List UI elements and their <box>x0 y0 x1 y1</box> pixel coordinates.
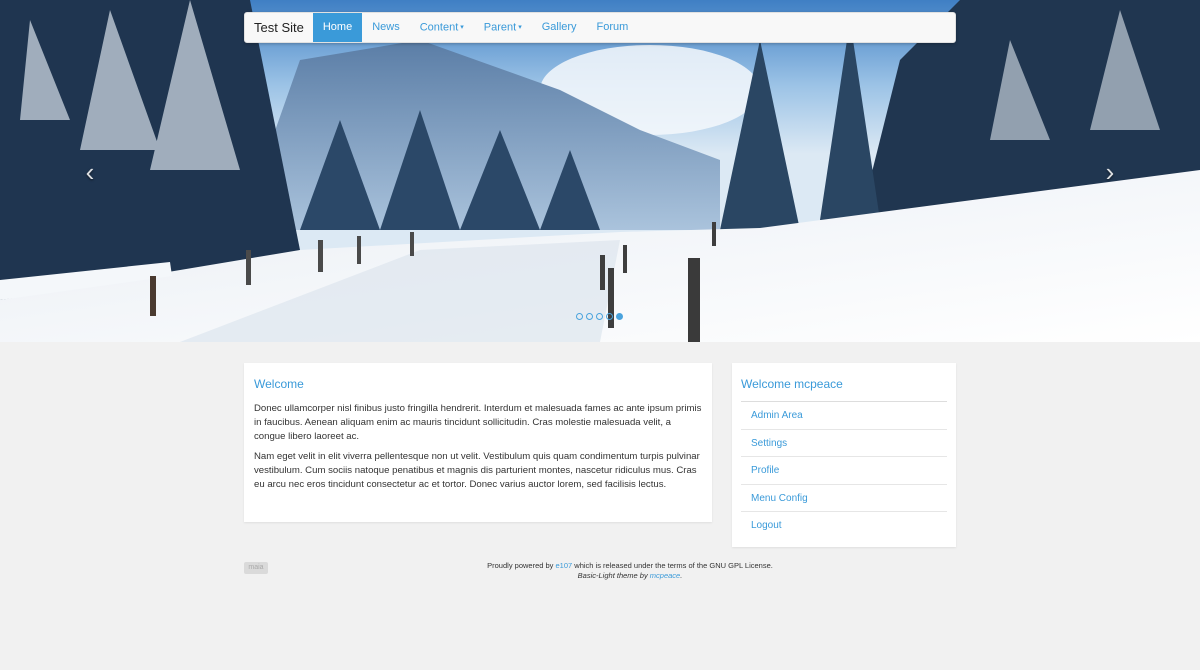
user-menu-item-admin-area[interactable]: Admin Area <box>741 402 947 430</box>
nav-item-content[interactable]: Content ▾ <box>410 13 474 42</box>
site-brand[interactable]: Test Site <box>245 13 313 42</box>
footer-powered-suffix: which is released under the terms of the… <box>572 561 773 570</box>
nav-item-label: Gallery <box>541 21 577 33</box>
caret-down-icon: ▾ <box>460 24 464 31</box>
nav-item-home[interactable]: Home <box>312 13 363 42</box>
footer-theme-suffix: . <box>680 571 683 580</box>
carousel-indicator-dot[interactable] <box>596 313 603 320</box>
carousel-indicators <box>576 313 623 320</box>
nav-item-forum[interactable]: Forum <box>587 13 639 42</box>
user-menu-item-settings[interactable]: Settings <box>741 430 947 457</box>
nav-item-label: Content <box>419 21 459 34</box>
user-menu-list: Admin Area Settings Profile Menu Config … <box>741 402 947 540</box>
nav-item-label: Home <box>322 21 353 33</box>
user-menu-title: Welcome mcpeace <box>741 377 947 402</box>
user-menu-panel: Welcome mcpeace Admin Area Settings Prof… <box>732 363 956 547</box>
carousel-indicator-dot[interactable] <box>586 313 593 320</box>
nav-item-gallery[interactable]: Gallery <box>532 13 587 42</box>
welcome-panel: Welcome Donec ullamcorper nisl finibus j… <box>244 363 712 522</box>
nav-item-label: Parent <box>483 21 517 34</box>
nav-item-parent[interactable]: Parent ▾ <box>474 13 532 42</box>
e107-link[interactable]: e107 <box>556 561 573 570</box>
user-menu-item-menu-config[interactable]: Menu Config <box>741 485 947 512</box>
footer-powered-prefix: Proudly powered by <box>487 561 556 570</box>
carousel-next-icon[interactable]: › <box>1100 158 1120 186</box>
nav-item-label: News <box>372 21 400 33</box>
hero-carousel: ‹ › <box>0 0 1200 342</box>
carousel-indicator-dot[interactable] <box>606 313 613 320</box>
footer: Proudly powered by e107 which is release… <box>380 561 880 581</box>
footer-theme-line: Basic-Light theme by mcpeace. <box>380 571 880 581</box>
nav-menu: Home News Content ▾ Parent ▾ Gallery Forum <box>312 13 639 42</box>
footer-theme-prefix: Basic-Light theme by <box>577 571 650 580</box>
carousel-prev-icon[interactable]: ‹ <box>80 158 100 186</box>
welcome-title: Welcome <box>254 377 304 391</box>
footer-powered-line: Proudly powered by e107 which is release… <box>380 561 880 571</box>
carousel-indicator-dot[interactable] <box>576 313 583 320</box>
caret-down-icon: ▾ <box>518 24 522 31</box>
carousel-indicator-dot[interactable] <box>616 313 623 320</box>
welcome-paragraph: Nam eget velit in elit viverra pellentes… <box>254 451 700 490</box>
user-menu-item-profile[interactable]: Profile <box>741 457 947 485</box>
footer-badge: maia <box>244 562 268 574</box>
theme-author-link[interactable]: mcpeace <box>650 571 680 580</box>
nav-item-label: Forum <box>596 21 629 33</box>
user-menu-item-logout[interactable]: Logout <box>741 512 947 540</box>
welcome-paragraph: Donec ullamcorper nisl finibus justo fri… <box>254 403 702 442</box>
winter-landscape-image <box>0 0 1200 342</box>
navbar: Test Site Home News Content ▾ Parent ▾ Gallery… <box>244 12 956 43</box>
nav-item-news[interactable]: News <box>362 13 410 42</box>
